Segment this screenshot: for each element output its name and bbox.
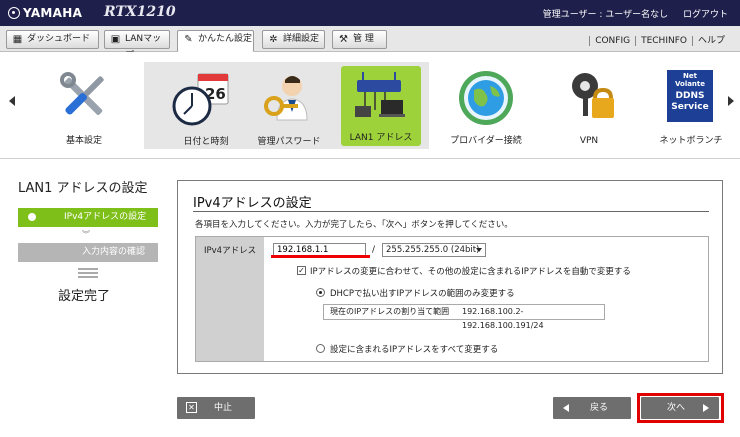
instruction-text: 各項目を入力してください。入力が完了したら、「次へ」ボタンを押してください。 xyxy=(195,220,513,230)
icon-label: 基本設定 xyxy=(65,136,102,146)
badge-line: Net xyxy=(683,72,697,80)
step-done: 設定完了 xyxy=(58,289,111,304)
current-step-dot-icon xyxy=(28,213,36,221)
icon-label: 管理パスワード xyxy=(257,137,321,147)
separator: / xyxy=(372,245,376,255)
gear-icon: ✲ xyxy=(269,34,278,45)
icon-label: VPN xyxy=(579,136,599,146)
icon-label: 日付と時刻 xyxy=(183,137,229,147)
arrow-left-icon xyxy=(563,404,569,412)
config-link[interactable]: CONFIG xyxy=(589,36,636,46)
right-links: CONFIG TECHINFO ヘルプ xyxy=(589,33,730,46)
auto-change-checkbox[interactable]: ✓ xyxy=(297,266,306,275)
next-button[interactable]: 次へ xyxy=(641,397,719,419)
icon-basic-settings[interactable]: 基本設定 xyxy=(44,66,124,146)
step-next: 入力内容の確認 xyxy=(18,243,158,262)
button-label: 次へ xyxy=(667,403,686,413)
badge-line: Service xyxy=(671,102,709,112)
step-label: 入力内容の確認 xyxy=(82,247,146,257)
dashboard-icon: ▦ xyxy=(12,34,23,45)
top-header: YAMAHA RTX1210 管理ユーザー : ユーザー名なし ログアウト xyxy=(0,0,740,26)
tab-easy-setup[interactable]: ✎ かんたん設定 xyxy=(177,30,254,52)
techinfo-link[interactable]: TECHINFO xyxy=(635,36,692,46)
range-key: 現在のIPアドレスの割り当て範囲 xyxy=(330,307,450,316)
badge-line: DDNS xyxy=(675,91,705,101)
tab-label: 詳細設定 xyxy=(283,34,320,44)
setup-icon-strip: 基本設定 26 日付と時刻 管理パスワード LAN1 アドレス プロバイダー接続… xyxy=(0,52,740,149)
radio-label: 設定に含まれるIPアドレスをすべて変更する xyxy=(330,345,499,355)
tools-icon xyxy=(60,72,104,115)
step-current: IPv4アドレスの設定 xyxy=(18,208,158,227)
tuning-fork-icon xyxy=(8,7,20,19)
globe-icon xyxy=(459,71,513,125)
tab-management[interactable]: ⚒ 管 理 xyxy=(332,30,387,49)
current-range-box: 現在のIPアドレスの割り当て範囲 192.168.100.2-192.168.1… xyxy=(323,304,605,330)
divider xyxy=(0,158,740,159)
wand-icon: ✎ xyxy=(184,34,193,45)
close-icon: ✕ xyxy=(186,402,197,413)
user-info: 管理ユーザー : ユーザー名なし ログアウト xyxy=(531,7,728,20)
radio-change-all[interactable] xyxy=(316,344,325,353)
chevron-down-icon: ︾ xyxy=(82,230,90,239)
icon-label: プロバイダー接続 xyxy=(450,136,522,146)
tab-bar: ▦ ダッシュボード ▣LANマップ ✎ かんたん設定 ✲ 詳細設定 ⚒ 管 理 CONF… xyxy=(0,26,740,61)
clock-calendar-icon: 26 xyxy=(172,73,229,126)
radio-dhcp-range-only[interactable] xyxy=(316,288,325,297)
icon-provider-connection[interactable]: プロバイダー接続 xyxy=(446,66,526,146)
cancel-button[interactable]: ✕ 中止 xyxy=(177,397,255,419)
back-button[interactable]: 戻る xyxy=(553,397,631,419)
help-link[interactable]: ヘルプ xyxy=(691,36,730,46)
radio-label: DHCPで払い出すIPアドレスの範囲のみ変更する xyxy=(330,289,515,299)
panel-title: IPv4アドレスの設定 xyxy=(193,196,312,211)
tab-lan-map[interactable]: ▣LANマップ xyxy=(104,30,170,61)
form-box: IPv4アドレス / 255.255.255.0 (24bit) ✓ IPアドレ… xyxy=(195,236,709,362)
tab-label: かんたん設定 xyxy=(198,34,253,44)
steps-title: LAN1 アドレスの設定 xyxy=(18,181,148,196)
tab-advanced[interactable]: ✲ 詳細設定 xyxy=(262,30,325,49)
field-label: IPv4アドレス xyxy=(196,237,264,361)
icon-netvolante[interactable]: Net Volante DDNS Service ネットボランチ xyxy=(651,66,731,146)
subnet-mask-select[interactable]: 255.255.255.0 (24bit) xyxy=(382,243,486,257)
icon-vpn[interactable]: VPN xyxy=(549,66,629,146)
icon-admin-password[interactable]: 管理パスワード xyxy=(249,72,329,147)
input-highlight-underline xyxy=(271,255,370,258)
button-label: 中止 xyxy=(214,403,233,413)
button-label: 戻る xyxy=(590,403,609,413)
dropdown-arrow-icon xyxy=(476,248,482,252)
user-label: 管理ユーザー : ユーザー名なし xyxy=(542,10,669,20)
badge-line: Volante xyxy=(674,80,706,88)
arrow-right-icon xyxy=(703,404,709,412)
scroll-left-arrow-icon[interactable] xyxy=(9,96,15,106)
tab-dashboard[interactable]: ▦ ダッシュボード xyxy=(6,30,99,49)
brand-name: YAMAHA xyxy=(23,6,83,20)
ddns-icon: Net Volante DDNS Service xyxy=(667,70,713,122)
tab-label: ダッシュボード xyxy=(27,34,91,44)
lan-router-icon xyxy=(355,72,405,117)
icon-lan1-address[interactable]: LAN1 アドレス xyxy=(341,66,421,146)
wrench-icon: ⚒ xyxy=(339,34,348,45)
checkbox-label: IPアドレスの変更に合わせて、その他の設定に含まれるIPアドレスを自動で変更する xyxy=(310,267,631,277)
step-label: IPv4アドレスの設定 xyxy=(64,212,147,222)
brand-logo: YAMAHA xyxy=(8,6,82,20)
range-value: 192.168.100.2-192.168.100.191/24 xyxy=(462,307,544,330)
icon-date-time[interactable]: 26 日付と時刻 xyxy=(166,72,246,147)
ipv4-settings-panel: IPv4アドレスの設定 各項目を入力してください。入力が完了したら、「次へ」ボタ… xyxy=(177,180,723,374)
title-underline xyxy=(193,211,709,212)
icon-label: ネットボランチ xyxy=(659,136,723,146)
tab-label: 管 理 xyxy=(353,34,374,44)
lock-key-icon xyxy=(572,73,614,118)
select-value: 255.255.255.0 (24bit) xyxy=(386,245,480,255)
model-name: RTX1210 xyxy=(104,4,176,20)
done-arrow-icon xyxy=(78,268,98,280)
icon-label: LAN1 アドレス xyxy=(349,133,413,143)
admin-key-icon xyxy=(264,76,308,121)
network-map-icon: ▣ xyxy=(110,34,121,45)
logout-link[interactable]: ログアウト xyxy=(683,10,728,20)
